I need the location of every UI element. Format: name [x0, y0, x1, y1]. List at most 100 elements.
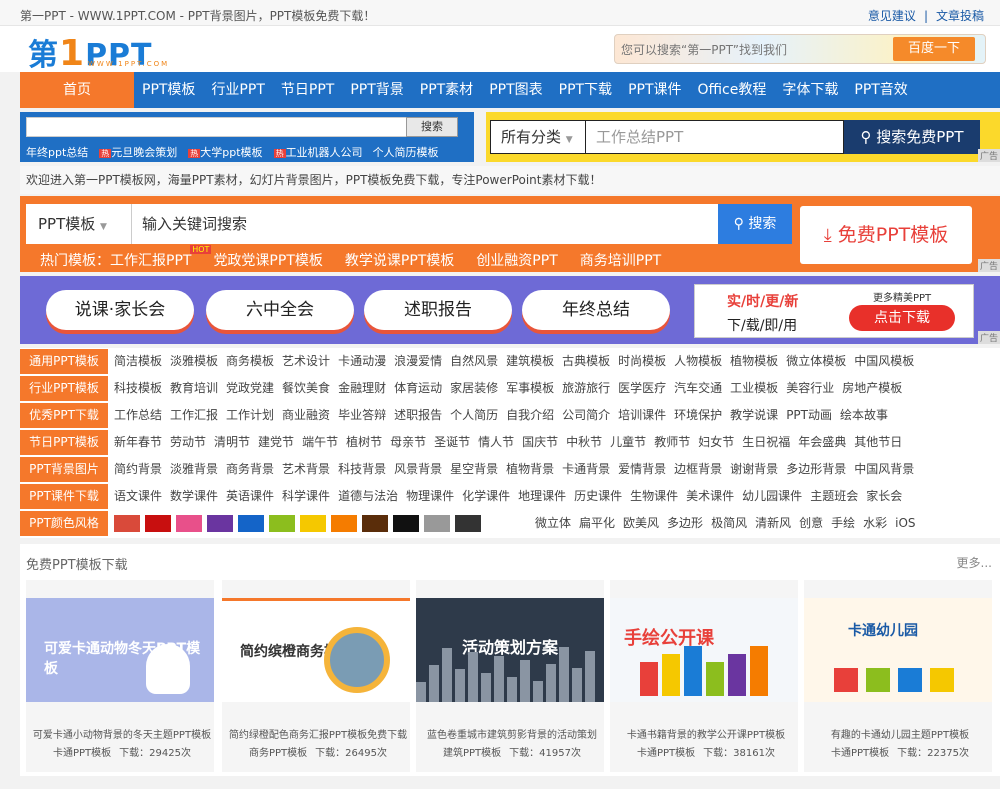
category-link[interactable]: 卡通背景	[562, 462, 610, 476]
category-link[interactable]: 党政党建	[226, 381, 274, 395]
template-thumbnail[interactable]: 可爱卡通动物冬天PPT模板	[26, 598, 214, 702]
nav-item[interactable]: PPT素材	[412, 72, 481, 108]
category-link[interactable]: 端午节	[302, 435, 338, 449]
nav-item[interactable]: PPT背景	[342, 72, 411, 108]
category-link[interactable]: 美容行业	[786, 381, 834, 395]
color-swatch[interactable]	[393, 515, 419, 532]
category-header[interactable]: PPT颜色风格	[20, 511, 108, 536]
category-link[interactable]: 个人简历	[450, 408, 498, 422]
category-link[interactable]: 地理课件	[518, 489, 566, 503]
template-category[interactable]: 卡通PPT模板	[637, 748, 695, 759]
category-link[interactable]: 建党节	[258, 435, 294, 449]
category-select[interactable]: 所有分类 ▼	[490, 120, 586, 154]
category-link[interactable]: iOS	[895, 516, 915, 530]
category-link[interactable]: 商务背景	[226, 462, 274, 476]
category-link[interactable]: 风景背景	[394, 462, 442, 476]
category-link[interactable]: 艺术设计	[282, 354, 330, 368]
category-link[interactable]: 多边形	[667, 516, 703, 530]
category-link[interactable]: 教学说课	[730, 408, 778, 422]
category-link[interactable]: 科技模板	[114, 381, 162, 395]
template-card[interactable]: 卡通幼儿园 有趣的卡通幼儿园主题PPT模板 卡通PPT模板 下载：22375次	[804, 580, 992, 772]
category-link[interactable]: 美术课件	[686, 489, 734, 503]
nav-item[interactable]: 字体下载	[774, 72, 846, 108]
site-search-input[interactable]	[26, 117, 422, 137]
click-download-button[interactable]: 点击下载	[849, 305, 955, 331]
category-link[interactable]: 商务模板	[226, 354, 274, 368]
category-link[interactable]: 劳动节	[170, 435, 206, 449]
category-link[interactable]: 微立体	[535, 516, 571, 530]
category-link[interactable]: 数学课件	[170, 489, 218, 503]
color-swatch[interactable]	[145, 515, 171, 532]
category-link[interactable]: 毕业答辩	[338, 408, 386, 422]
category-link[interactable]: 扁平化	[579, 516, 615, 530]
category-link[interactable]: 建筑模板	[506, 354, 554, 368]
template-name[interactable]: 卡通书籍背景的教学公开课PPT模板	[614, 726, 798, 741]
category-link[interactable]: 公司简介	[562, 408, 610, 422]
hot-template-link[interactable]: 教学说课PPT模板	[345, 253, 454, 269]
category-link[interactable]: 极简风	[711, 516, 747, 530]
category-link[interactable]: 古典模板	[562, 354, 610, 368]
category-link[interactable]: 清新风	[755, 516, 791, 530]
category-link[interactable]: 医学医疗	[618, 381, 666, 395]
category-link[interactable]: 植树节	[346, 435, 382, 449]
color-swatch[interactable]	[300, 515, 326, 532]
category-link[interactable]: 植物背景	[506, 462, 554, 476]
category-link[interactable]: 妇女节	[698, 435, 734, 449]
category-link[interactable]: 母亲节	[390, 435, 426, 449]
category-link[interactable]: 卡通动漫	[338, 354, 386, 368]
category-link[interactable]: 金融理财	[338, 381, 386, 395]
category-link[interactable]: 圣诞节	[434, 435, 470, 449]
category-link[interactable]: 中国风模板	[854, 354, 914, 368]
category-link[interactable]: 述职报告	[394, 408, 442, 422]
category-header[interactable]: 优秀PPT下载	[20, 403, 108, 428]
nav-item[interactable]: 行业PPT	[203, 72, 272, 108]
category-link[interactable]: 中国风背景	[854, 462, 914, 476]
category-link[interactable]: 主题班会	[810, 489, 858, 503]
hot-search-link[interactable]: 年终ppt总结	[26, 146, 88, 159]
nav-item[interactable]: PPT课件	[620, 72, 689, 108]
category-link[interactable]: 艺术背景	[282, 462, 330, 476]
category-link[interactable]: PPT动画	[786, 408, 832, 422]
category-link[interactable]: 幼儿园课件	[742, 489, 802, 503]
category-link[interactable]: 欧美风	[623, 516, 659, 530]
category-link[interactable]: 边框背景	[674, 462, 722, 476]
nav-item[interactable]: 节日PPT	[273, 72, 342, 108]
category-link[interactable]: 军事模板	[506, 381, 554, 395]
nav-item[interactable]: PPT下载	[551, 72, 620, 108]
hot-template-link[interactable]: 商务培训PPT	[580, 253, 661, 269]
nav-home[interactable]: 首页	[20, 72, 134, 108]
category-link[interactable]: 培训课件	[618, 408, 666, 422]
template-card[interactable]: 简约缤橙商务模板 简约绿橙配色商务汇报PPT模板免费下载 商务PPT模板 下载：264…	[222, 580, 410, 772]
free-ppt-template-button[interactable]: ⤓ 免费PPT模板	[800, 206, 972, 264]
template-card[interactable]: 手绘公开课 卡通书籍背景的教学公开课PPT模板 卡通PPT模板 下载：38161次	[610, 580, 798, 772]
category-link[interactable]: 化学课件	[462, 489, 510, 503]
template-card[interactable]: 可爱卡通动物冬天PPT模板 可爱卡通小动物背景的冬天主题PPT模板 卡通PPT模板下…	[26, 580, 214, 772]
category-header[interactable]: 通用PPT模板	[20, 349, 108, 374]
category-link[interactable]: 微立体模板	[786, 354, 846, 368]
nav-item[interactable]: Office教程	[690, 72, 775, 108]
category-link[interactable]: 商业融资	[282, 408, 330, 422]
keyword-input[interactable]: 输入关键词搜索	[132, 204, 718, 244]
keyword-search-button[interactable]: ⚲ 搜索	[718, 204, 792, 244]
header-search-input[interactable]	[621, 39, 883, 61]
template-name[interactable]: 有趣的卡通幼儿园主题PPT模板	[808, 726, 992, 741]
nav-item[interactable]: PPT模板	[134, 72, 203, 108]
hot-template-link[interactable]: 党政党课PPT模板	[213, 253, 322, 269]
category-link[interactable]: 创意	[799, 516, 823, 530]
baidu-search-button[interactable]: 百度一下	[893, 37, 975, 61]
template-name[interactable]: 蓝色卷重城市建筑剪影背景的活动策划	[420, 726, 604, 741]
template-thumbnail[interactable]: 卡通幼儿园	[804, 598, 992, 702]
category-link[interactable]: 餐饮美食	[282, 381, 330, 395]
pill-report[interactable]: 述职报告	[364, 290, 512, 330]
template-type-select[interactable]: PPT模板 ▼	[26, 204, 132, 244]
color-swatch[interactable]	[331, 515, 357, 532]
category-link[interactable]: 科学课件	[282, 489, 330, 503]
category-link[interactable]: 浪漫爱情	[394, 354, 442, 368]
category-link[interactable]: 中秋节	[566, 435, 602, 449]
category-link[interactable]: 手绘	[831, 516, 855, 530]
category-link[interactable]: 家长会	[866, 489, 902, 503]
category-link[interactable]: 其他节日	[854, 435, 902, 449]
search-free-ppt-button[interactable]: ⚲ 搜索免费PPT	[844, 120, 980, 154]
category-link[interactable]: 多边形背景	[786, 462, 846, 476]
template-category[interactable]: 卡通PPT模板	[831, 748, 889, 759]
